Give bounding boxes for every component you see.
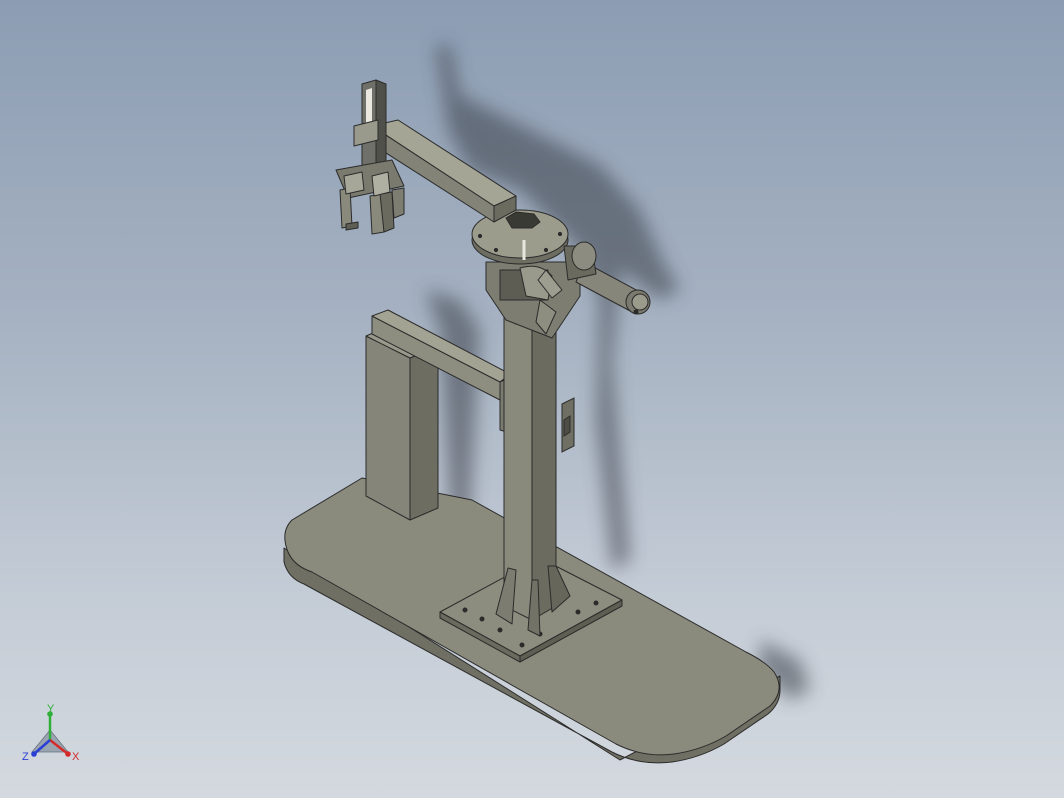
- z-axis-label: Z: [22, 751, 29, 763]
- axis-triad[interactable]: Y X Z: [14, 700, 94, 780]
- model-scene[interactable]: [0, 0, 1064, 798]
- x-axis-label: X: [72, 751, 80, 763]
- rotary-table[interactable]: [471, 209, 569, 265]
- vertical-slide[interactable]: [353, 79, 387, 175]
- column-bracket[interactable]: [561, 397, 575, 453]
- cad-viewport[interactable]: Y X Z: [0, 0, 1064, 798]
- gripper[interactable]: [335, 159, 405, 235]
- rotary-mount[interactable]: [485, 261, 581, 339]
- column[interactable]: [495, 297, 571, 637]
- y-axis-label: Y: [47, 703, 55, 715]
- x-tip-icon: [65, 751, 71, 757]
- z-tip-icon: [31, 751, 37, 757]
